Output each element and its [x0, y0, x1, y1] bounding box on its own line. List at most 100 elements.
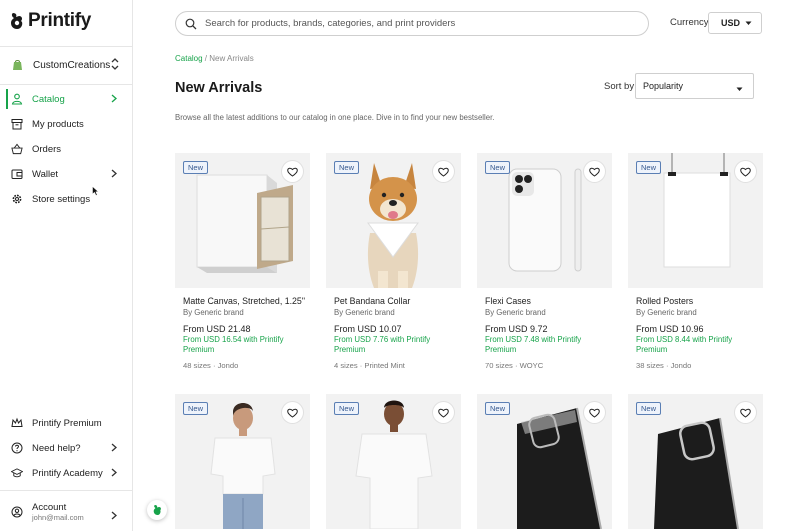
divider — [0, 84, 133, 85]
account-menu[interactable]: Account john@mail.com — [0, 498, 133, 526]
chevron-right-icon — [111, 468, 117, 480]
product-card[interactable]: New — [628, 394, 763, 529]
sidebar-item-store-settings[interactable]: Store settings — [0, 188, 133, 210]
sidebar-item-label: Printify Premium — [32, 417, 102, 429]
sidebar-item-my-products[interactable]: My products — [0, 113, 133, 135]
account-label: Account — [32, 502, 67, 513]
product-card[interactable]: New Flexi Cases By Generic brand From US… — [477, 153, 612, 371]
heart-icon — [438, 408, 449, 418]
chevron-right-icon — [111, 443, 117, 455]
favorite-button[interactable] — [735, 161, 756, 182]
heart-icon — [740, 167, 751, 177]
basket-icon — [11, 143, 23, 155]
sidebar-item-label: Catalog — [32, 93, 65, 105]
sidebar-item-label: Store settings — [32, 193, 91, 205]
breadcrumb-catalog-link[interactable]: Catalog — [175, 54, 203, 63]
product-meta: 38 sizes · Jondo — [636, 361, 692, 370]
product-image[interactable]: New — [477, 394, 612, 529]
shopify-icon — [11, 59, 23, 71]
product-name[interactable]: Pet Bandana Collar — [334, 296, 461, 307]
search-input[interactable]: Search for products, brands, categories,… — [175, 11, 649, 36]
new-badge: New — [183, 402, 209, 415]
sidebar-item-printify-premium[interactable]: Printify Premium — [0, 412, 133, 434]
favorite-button[interactable] — [433, 402, 454, 423]
product-price: From USD 10.07 — [334, 324, 402, 334]
archive-icon — [11, 118, 23, 130]
caret-down-icon — [745, 18, 752, 28]
page-description: Browse all the latest additions to our c… — [175, 113, 495, 122]
product-card[interactable]: New — [175, 394, 310, 529]
product-name[interactable]: Flexi Cases — [485, 296, 612, 307]
product-card[interactable]: New Pet Bandana Collar By Generic brand — [326, 153, 461, 371]
person-icon — [11, 93, 23, 105]
product-card[interactable]: New Rolled Posters By Generic brand From… — [628, 153, 763, 371]
favorite-button[interactable] — [282, 161, 303, 182]
mouse-cursor-icon — [92, 183, 99, 201]
main-content: Search for products, brands, categories,… — [133, 0, 800, 531]
currency-select[interactable]: USD — [708, 12, 762, 34]
product-image[interactable]: New — [628, 153, 763, 288]
product-image[interactable]: New — [175, 153, 310, 288]
page-title: New Arrivals — [175, 80, 263, 96]
product-image[interactable]: New — [628, 394, 763, 529]
favorite-button[interactable] — [735, 402, 756, 423]
sidebar-item-need-help[interactable]: Need help? — [0, 437, 133, 459]
divider — [0, 490, 133, 491]
breadcrumb-current: New Arrivals — [209, 54, 254, 63]
product-name[interactable]: Rolled Posters — [636, 296, 763, 307]
product-premium-price: From USD 7.48 with Printify Premium — [485, 335, 582, 354]
new-badge: New — [636, 402, 662, 415]
product-premium-price: From USD 8.44 with Printify Premium — [636, 335, 733, 354]
help-icon — [11, 442, 23, 454]
printify-logo[interactable]: Printify — [10, 10, 91, 32]
currency-label: Currency — [670, 17, 709, 28]
product-meta: 70 sizes · WOYC — [485, 361, 544, 370]
favorite-button[interactable] — [584, 402, 605, 423]
product-image[interactable]: New — [175, 394, 310, 529]
heart-icon — [287, 408, 298, 418]
sort-select[interactable]: Popularity — [635, 73, 754, 99]
product-premium-price: From USD 7.76 with Printify Premium — [334, 335, 431, 354]
product-card[interactable]: New Matte Canvas, Stretched, 1.25" By Ge… — [175, 153, 310, 371]
search-placeholder: Search for products, brands, categories,… — [205, 18, 456, 29]
heart-icon — [740, 408, 751, 418]
sidebar-item-printify-academy[interactable]: Printify Academy — [0, 462, 133, 484]
favorite-button[interactable] — [282, 402, 303, 423]
heart-icon — [287, 167, 298, 177]
product-meta: 4 sizes · Printed Mint — [334, 361, 405, 370]
heart-icon — [438, 167, 449, 177]
product-price: From USD 9.72 — [485, 324, 548, 334]
sort-value: Popularity — [643, 81, 684, 91]
chevron-right-icon — [111, 94, 117, 106]
chevron-right-icon — [111, 169, 117, 181]
brand-name: Printify — [28, 10, 92, 31]
gear-icon — [11, 193, 23, 205]
sort-by-label: Sort by — [604, 81, 635, 92]
favorite-button[interactable] — [433, 161, 454, 182]
product-card[interactable]: New — [477, 394, 612, 529]
new-badge: New — [183, 161, 209, 174]
favorite-button[interactable] — [584, 161, 605, 182]
product-image[interactable]: New — [326, 153, 461, 288]
sidebar-item-catalog[interactable]: Catalog — [0, 88, 133, 110]
currency-value: USD — [721, 18, 741, 28]
sidebar-item-label: Need help? — [32, 442, 81, 454]
sidebar-item-wallet[interactable]: Wallet — [0, 163, 133, 185]
product-card[interactable]: New — [326, 394, 461, 529]
new-badge: New — [636, 161, 662, 174]
sidebar-item-label: Wallet — [32, 168, 59, 180]
wallet-icon — [11, 168, 23, 180]
crown-icon — [11, 417, 23, 429]
new-badge: New — [334, 161, 360, 174]
new-badge: New — [334, 402, 360, 415]
sidebar-item-orders[interactable]: Orders — [0, 138, 133, 160]
store-switcher[interactable]: CustomCreations — [0, 53, 133, 77]
sidebar: Printify CustomCreations Catalog My prod… — [0, 0, 133, 531]
product-brand: By Generic brand — [485, 308, 546, 317]
heart-icon — [589, 167, 600, 177]
product-image[interactable]: New — [326, 394, 461, 529]
product-name[interactable]: Matte Canvas, Stretched, 1.25" — [183, 296, 310, 307]
product-premium-price: From USD 16.54 with Printify Premium — [183, 335, 284, 354]
product-image[interactable]: New — [477, 153, 612, 288]
store-name: CustomCreations — [33, 59, 111, 71]
